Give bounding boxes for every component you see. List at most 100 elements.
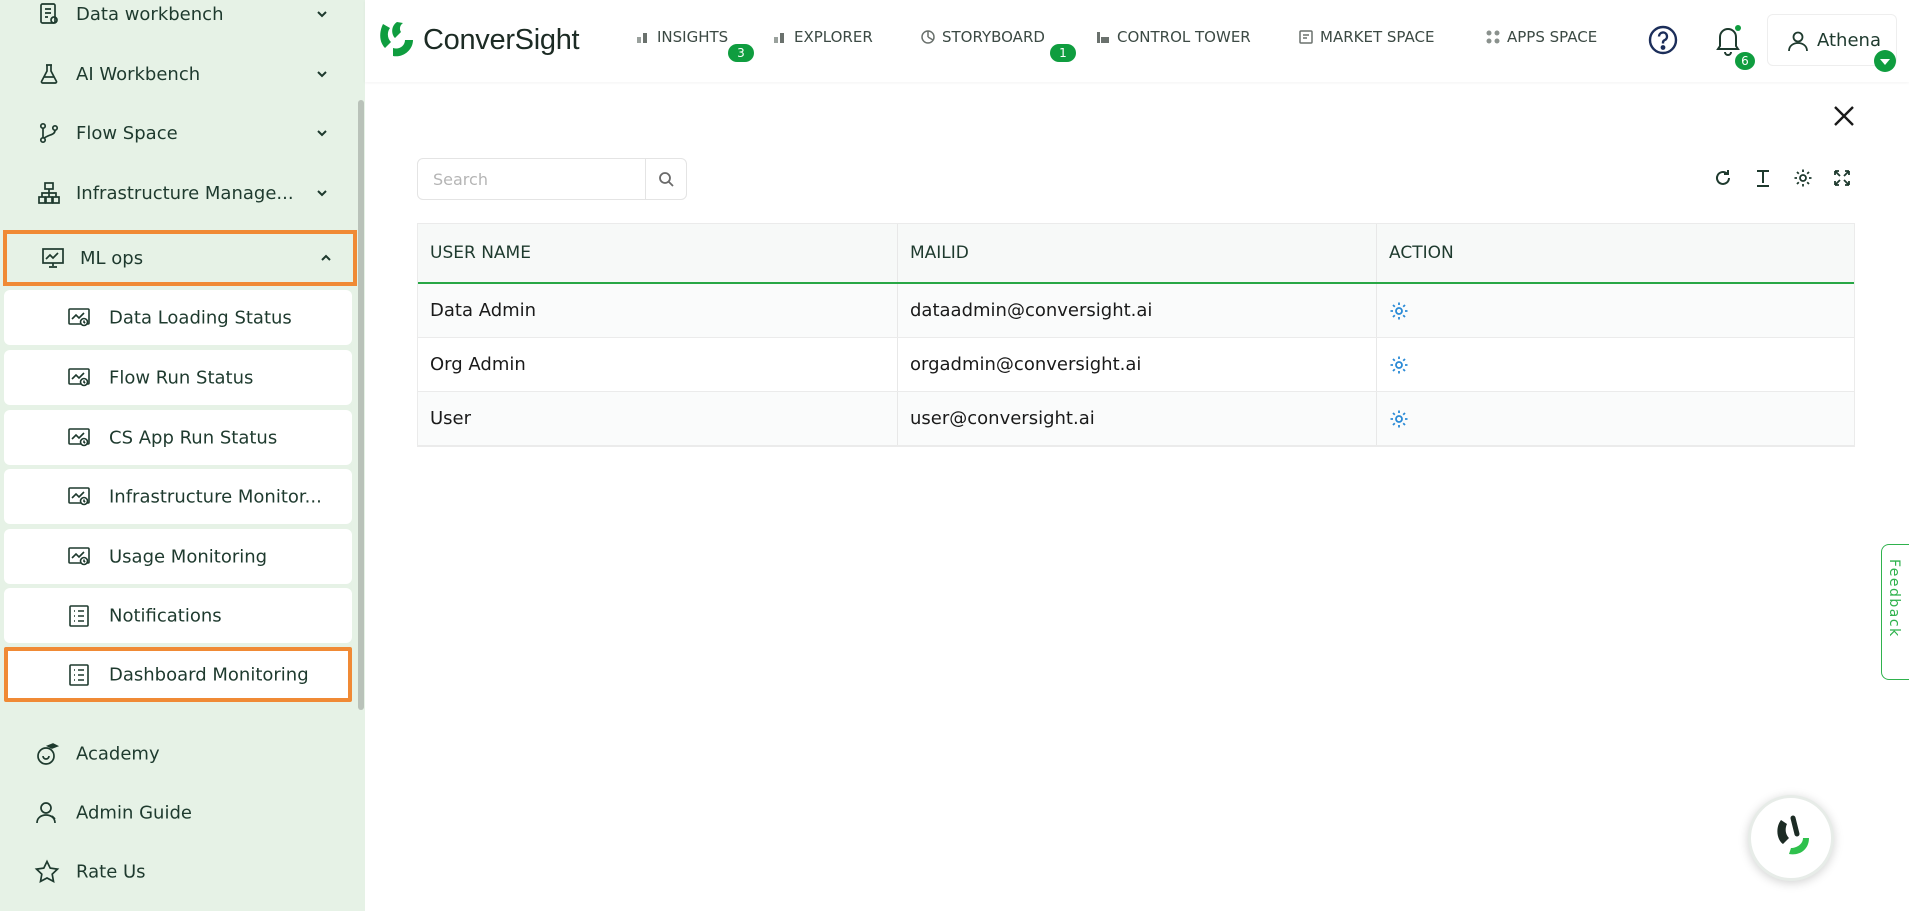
sidebar-subitem-label: Flow Run Status (109, 367, 254, 388)
sidebar-subitem-label: Notifications (109, 605, 222, 626)
nav-storyboard[interactable]: STORYBOARD (920, 28, 1045, 46)
cell-user-name: Data Admin (418, 284, 898, 337)
search-box (417, 158, 687, 200)
search-button[interactable] (646, 159, 686, 199)
nav-apps-space[interactable]: APPS SPACE (1485, 28, 1597, 46)
gear-icon[interactable] (1793, 168, 1813, 188)
bar-chart-icon (774, 33, 784, 43)
list-icon (69, 604, 89, 627)
sidebar: Data workbench AI Workbench Flow Space I… (0, 0, 365, 911)
admin-user-icon (36, 802, 56, 824)
cell-user-name: Org Admin (418, 338, 898, 391)
chevron-down-icon[interactable] (314, 125, 330, 141)
chevron-up-icon[interactable] (318, 250, 334, 266)
sidebar-subitem-infrastructure-monitoring[interactable]: Infrastructure Monitor... (4, 469, 352, 524)
sidebar-item-label: Flow Space (76, 122, 178, 144)
column-header-user-name[interactable]: USER NAME (418, 224, 898, 282)
nav-label: CONTROL TOWER (1117, 28, 1251, 46)
settings-gear-icon[interactable] (1389, 301, 1409, 321)
notifications-badge: 6 (1735, 52, 1755, 70)
bar-chart-icon (637, 33, 647, 43)
text-height-icon[interactable] (1753, 168, 1773, 188)
sidebar-item-academy[interactable]: Academy (0, 729, 358, 779)
sidebar-subitem-label: Usage Monitoring (109, 546, 268, 567)
sidebar-subitem-label: Data Loading Status (109, 307, 292, 328)
table-header: USER NAME MAILID ACTION (418, 224, 1854, 284)
cell-mailid: orgadmin@conversight.ai (898, 338, 1377, 391)
star-icon (34, 859, 60, 883)
sidebar-item-flow-space[interactable]: Flow Space (0, 105, 358, 161)
settings-gear-icon[interactable] (1389, 355, 1409, 375)
user-dropdown-toggle[interactable] (1874, 50, 1896, 72)
help-icon[interactable] (1647, 24, 1679, 56)
monitor-chart-icon (68, 486, 90, 505)
cell-user-name: User (418, 392, 898, 445)
chat-assistant-button[interactable] (1748, 795, 1834, 881)
sidebar-subitem-flow-run-status[interactable]: Flow Run Status (4, 350, 352, 405)
fullscreen-icon[interactable] (1832, 168, 1852, 188)
sidebar-scrollbar[interactable] (358, 100, 364, 710)
store-icon (1299, 30, 1313, 44)
nav-label: EXPLORER (794, 28, 873, 46)
pie-icon (921, 30, 935, 44)
top-header: ConverSight INSIGHTS 3 EXPLORER STORYBOA… (365, 0, 1909, 82)
brand-name: ConverSight (423, 23, 580, 56)
table-row: Org Admin orgadmin@conversight.ai (418, 338, 1854, 392)
nav-explorer[interactable]: EXPLORER (772, 28, 873, 46)
sidebar-item-label: ML ops (80, 247, 144, 269)
chevron-down-icon[interactable] (314, 66, 330, 82)
feedback-tab[interactable]: Feedback (1881, 544, 1909, 680)
sidebar-item-rate-us[interactable]: Rate Us (0, 847, 358, 897)
table-body: Data Admin dataadmin@conversight.ai Org Ad… (418, 284, 1854, 446)
sidebar-item-label: Data workbench (76, 3, 224, 25)
sidebar-item-ml-ops[interactable]: ML ops (3, 230, 357, 286)
nav-label: APPS SPACE (1507, 28, 1598, 46)
sidebar-item-label: Rate Us (76, 861, 146, 883)
nav-control-tower[interactable]: CONTROL TOWER (1095, 28, 1251, 46)
chevron-down-icon[interactable] (314, 185, 330, 201)
cell-mailid: dataadmin@conversight.ai (898, 284, 1377, 337)
column-header-action[interactable]: ACTION (1377, 224, 1854, 282)
academy-icon (37, 743, 60, 765)
bell-icon[interactable] (1713, 24, 1743, 56)
chevron-down-icon[interactable] (314, 6, 330, 22)
sidebar-item-infrastructure-management[interactable]: Infrastructure Manage... (0, 165, 358, 221)
search-input[interactable] (418, 159, 646, 199)
nav-insights[interactable]: INSIGHTS (635, 28, 728, 46)
sidebar-subitem-data-loading-status[interactable]: Data Loading Status (4, 290, 352, 345)
conversight-logo-icon (380, 22, 413, 57)
sidebar-item-ai-workbench[interactable]: AI Workbench (0, 46, 358, 102)
monitor-chart-icon (68, 307, 90, 326)
sidebar-item-label: Academy (76, 743, 160, 765)
feedback-label: Feedback (1886, 559, 1902, 638)
column-header-mailid[interactable]: MAILID (898, 224, 1377, 282)
monitor-chart-icon (68, 546, 90, 565)
sidebar-subitem-dashboard-monitoring[interactable]: Dashboard Monitoring (4, 647, 352, 702)
refresh-icon[interactable] (1713, 168, 1733, 188)
list-icon (69, 663, 89, 686)
sidebar-subitem-cs-app-run-status[interactable]: CS App Run Status (4, 410, 352, 465)
cell-action (1377, 284, 1854, 337)
flask-icon (40, 64, 58, 84)
chat-assistant-icon (1777, 815, 1809, 855)
sidebar-item-label: Admin Guide (76, 802, 192, 824)
cell-action (1377, 338, 1854, 391)
close-icon[interactable] (1832, 104, 1856, 128)
nav-market-space[interactable]: MARKET SPACE (1298, 28, 1434, 46)
logo[interactable]: ConverSight (377, 20, 580, 60)
table-row: User user@conversight.ai (418, 392, 1854, 446)
user-icon (1788, 31, 1808, 52)
tower-icon (1097, 32, 1109, 43)
sidebar-subitem-label: Infrastructure Monitor... (109, 486, 322, 507)
sidebar-item-admin-guide[interactable]: Admin Guide (0, 788, 358, 838)
apps-grid-icon (1486, 30, 1500, 44)
nav-label: MARKET SPACE (1320, 28, 1435, 46)
insights-badge: 3 (728, 44, 754, 62)
cell-mailid: user@conversight.ai (898, 392, 1377, 445)
settings-gear-icon[interactable] (1389, 409, 1409, 429)
table-row: Data Admin dataadmin@conversight.ai (418, 284, 1854, 338)
search-icon (659, 172, 674, 187)
sidebar-subitem-usage-monitoring[interactable]: Usage Monitoring (4, 529, 352, 584)
sidebar-item-data-workbench[interactable]: Data workbench (0, 0, 358, 42)
sidebar-subitem-notifications[interactable]: Notifications (4, 588, 352, 643)
